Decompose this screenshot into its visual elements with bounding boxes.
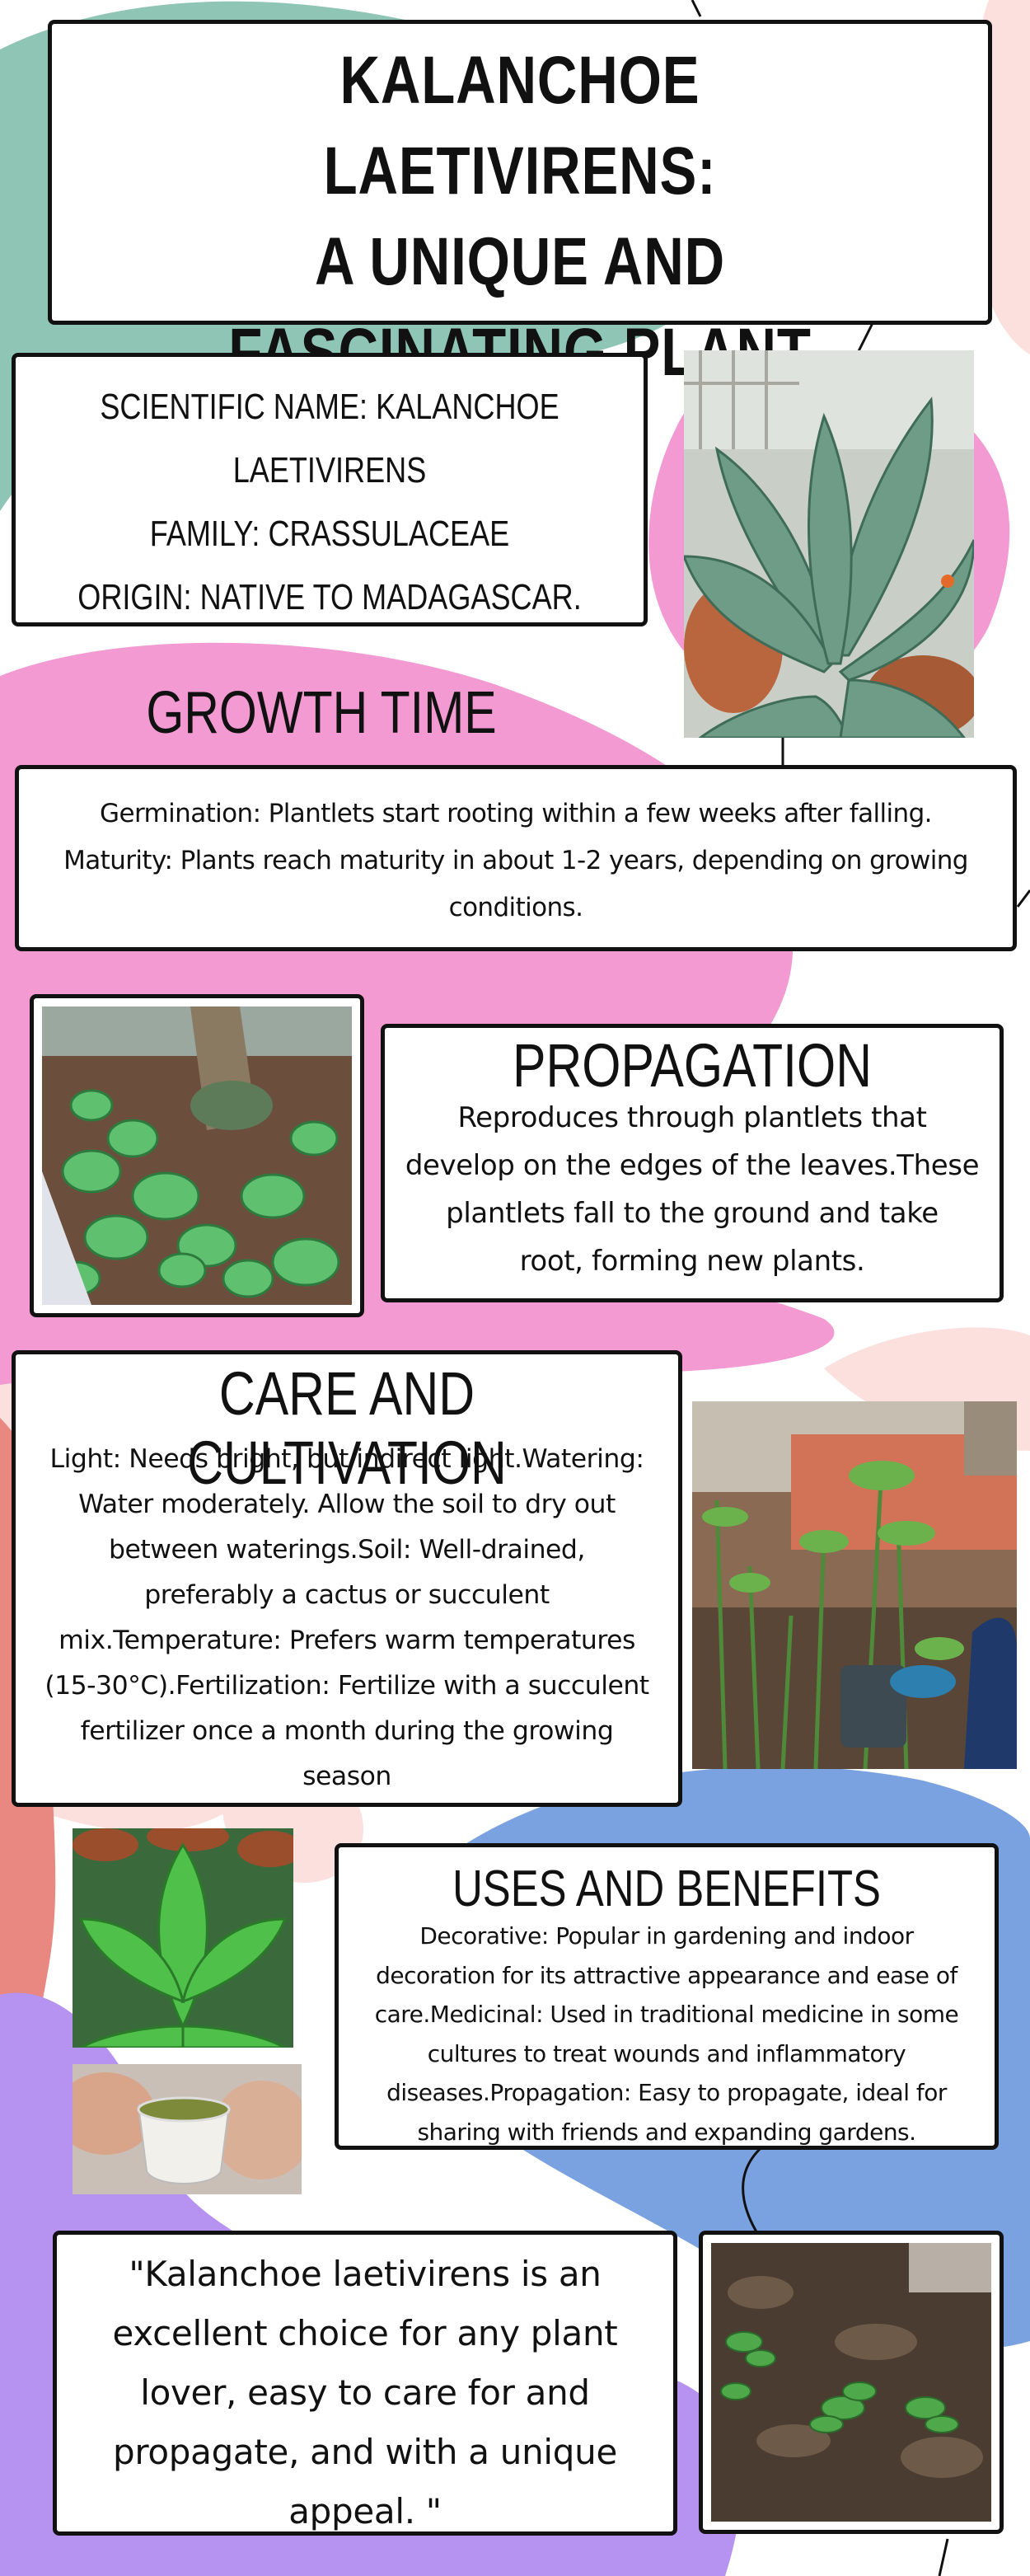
care-text-3: between waterings.Soil: Well-drained, bbox=[109, 1535, 585, 1565]
uses-text-4: cultures to treat wounds and inflammator… bbox=[427, 2039, 906, 2067]
quote-box: "Kalanchoe laetivirens is an excellent c… bbox=[53, 2231, 677, 2536]
uses-text-1: Decorative: Popular in gardening and ind… bbox=[419, 1922, 914, 1950]
quote-text-1: "Kalanchoe laetivirens is an bbox=[129, 2254, 602, 2294]
care-text-7: fertilizer once a month during the growi… bbox=[80, 1716, 614, 1746]
uses-text-5: diseases.Propagation: Easy to propagate,… bbox=[386, 2079, 947, 2106]
propagation-text-3: plantlets fall to the ground and take bbox=[446, 1197, 939, 1230]
growth-time-box: Germination: Plantlets start rooting wit… bbox=[15, 765, 1017, 951]
scientific-name-continued: LAETIVIRENS bbox=[232, 450, 427, 490]
maturity-text: Maturity: Plants reach maturity in about… bbox=[63, 846, 968, 875]
uses-text-3: care.Medicinal: Used in traditional medi… bbox=[374, 2001, 959, 2028]
care-text-4: preferably a cactus or succulent bbox=[144, 1580, 550, 1610]
family-line: FAMILY: CRASSULACEAE bbox=[149, 514, 510, 554]
title-line-1: KALANCHOE LAETIVIRENS: bbox=[323, 43, 717, 209]
photo-garden-bed bbox=[692, 1401, 1017, 1769]
uses-text-6: sharing with friends and expanding garde… bbox=[417, 2118, 916, 2146]
propagation-heading: PROPAGATION bbox=[512, 1031, 873, 1100]
photo-plantlets-frame bbox=[30, 994, 364, 1317]
origin-line: ORIGIN: NATIVE TO MADAGASCAR. bbox=[77, 577, 582, 617]
photo-plantlets bbox=[42, 1006, 352, 1305]
scientific-name-line: SCIENTIFIC NAME: KALANCHOE bbox=[100, 387, 559, 427]
uses-benefits-heading: USES AND BENEFITS bbox=[452, 1860, 881, 1917]
photo-seedlings-frame bbox=[699, 2231, 1004, 2534]
care-text-6: (15-30°C).Fertilization: Fertilize with … bbox=[44, 1671, 649, 1701]
care-text-8: season bbox=[302, 1762, 391, 1791]
germination-text: Germination: Plantlets start rooting wit… bbox=[100, 799, 932, 828]
photo-potted-kalanchoe bbox=[684, 350, 974, 738]
care-text-2: Water moderately. Allow the soil to dry … bbox=[78, 1490, 616, 1519]
uses-benefits-box: USES AND BENEFITS Decorative: Popular in… bbox=[335, 1843, 999, 2150]
care-text-1: Light: Needs bright, but indirect light.… bbox=[49, 1444, 644, 1474]
propagation-text-1: Reproduces through plantlets that bbox=[457, 1101, 927, 1134]
quote-text-3: lover, easy to care for and bbox=[140, 2372, 590, 2413]
uses-text-2: decoration for its attractive appearance… bbox=[376, 1961, 957, 1989]
propagation-text-2: develop on the edges of the leaves.These bbox=[405, 1149, 980, 1182]
photo-tea-cup bbox=[73, 2064, 302, 2194]
quote-text-4: propagate, and with a unique bbox=[112, 2432, 618, 2472]
photo-kalanchoe-rosette bbox=[73, 1828, 293, 2048]
growth-time-heading: GROWTH TIME bbox=[146, 680, 497, 746]
quote-text-2: excellent choice for any plant bbox=[112, 2313, 618, 2353]
title-box: KALANCHOE LAETIVIRENS: A UNIQUE AND FASC… bbox=[48, 20, 992, 390]
maturity-text-continued: conditions. bbox=[448, 893, 583, 922]
quote-text-5: appeal. " bbox=[288, 2491, 442, 2531]
propagation-box: PROPAGATION Reproduces through plantlets… bbox=[381, 1024, 1004, 1302]
care-text-5: mix.Temperature: Prefers warm temperatur… bbox=[59, 1626, 635, 1655]
scientific-info-box: SCIENTIFIC NAME: KALANCHOE LAETIVIRENS F… bbox=[12, 353, 648, 626]
page-title: KALANCHOE LAETIVIRENS: A UNIQUE AND FASC… bbox=[52, 35, 988, 398]
care-cultivation-box: CARE AND CULTIVATION Light: Needs bright… bbox=[12, 1350, 682, 1807]
title-line-2: A UNIQUE AND bbox=[315, 224, 725, 299]
propagation-text-4: root, forming new plants. bbox=[519, 1245, 865, 1278]
photo-seedlings bbox=[711, 2243, 991, 2522]
